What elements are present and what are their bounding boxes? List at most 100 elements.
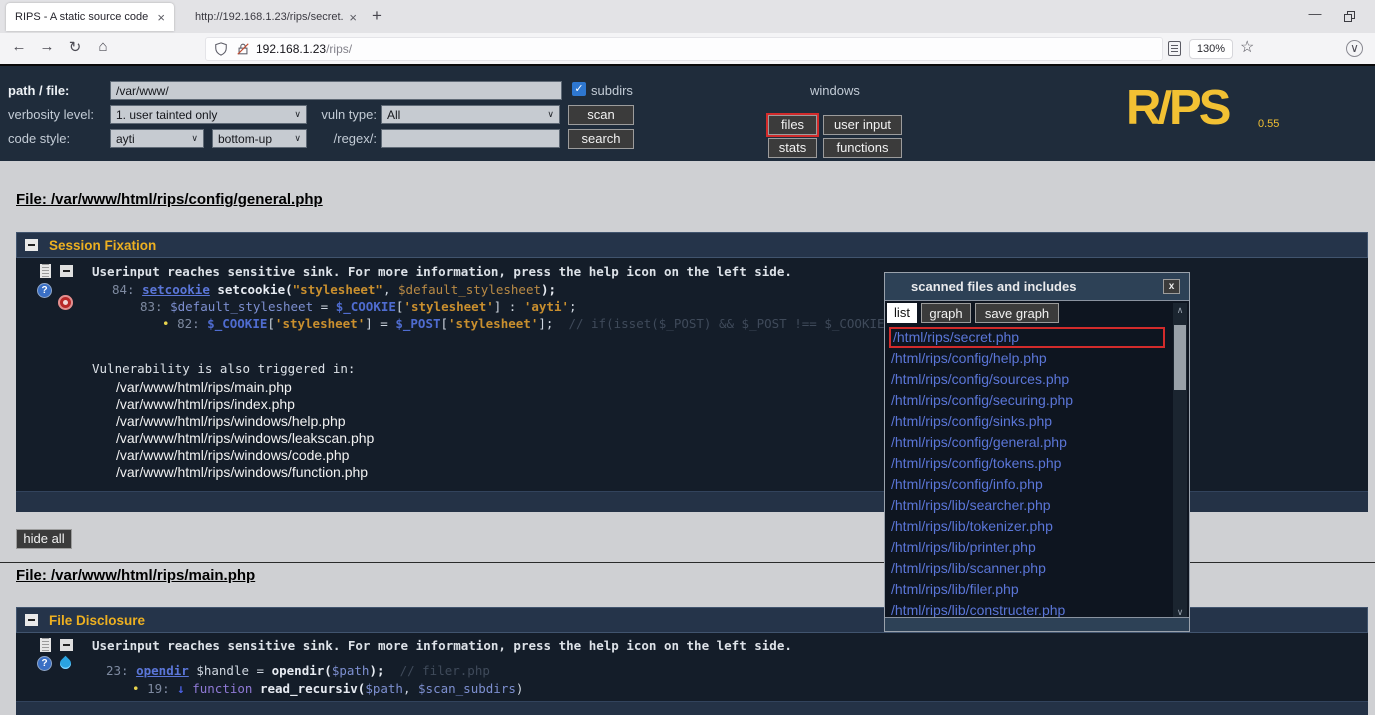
triggered-file: /var/www/html/rips/windows/code.php — [116, 447, 374, 464]
data-leak-drop-icon[interactable] — [58, 656, 74, 672]
browser-nav-bar: ← → ↻ ⌂ 192.168.1.23/rips/ 130% ☆ ∨ — [0, 33, 1375, 64]
functions-window-button[interactable]: functions — [823, 138, 902, 158]
code-line-19: • 19: ↓ function read_recursiv($path, $s… — [132, 681, 523, 696]
vuln-type-select[interactable]: All ∨ — [381, 105, 560, 124]
user-input-window-button[interactable]: user input — [823, 115, 902, 135]
chevron-down-icon: ∨ — [191, 133, 198, 144]
minimize-block-icon[interactable] — [60, 639, 73, 651]
code-token: $path — [332, 663, 370, 678]
files-window-button[interactable]: files — [768, 115, 817, 135]
reader-mode-icon[interactable] — [1168, 41, 1181, 56]
view-code-icon[interactable] — [40, 264, 51, 278]
file-heading-main-php: File: /var/www/html/rips/main.php — [16, 567, 255, 584]
scanned-file-link[interactable]: /html/rips/config/tokens.php — [889, 453, 1171, 474]
popup-tab-list[interactable]: list — [887, 303, 917, 323]
popup-footer-bar — [885, 617, 1189, 631]
popup-header[interactable]: scanned files and includes x — [885, 273, 1189, 301]
rips-version: 0.55 — [1258, 118, 1279, 130]
vuln-header: Session Fixation — [16, 232, 1368, 258]
forward-icon[interactable]: → — [36, 38, 58, 55]
scroll-up-icon[interactable]: ∧ — [1173, 303, 1187, 317]
rips-logo: RIPS — [1126, 80, 1228, 136]
file-heading-general-php: File: /var/www/html/rips/config/general.… — [16, 191, 323, 208]
code-token: $path — [365, 681, 403, 696]
direction-value: bottom-up — [218, 132, 272, 146]
stats-window-button[interactable]: stats — [768, 138, 817, 158]
scrollbar-thumb[interactable] — [1174, 325, 1186, 390]
scanned-file-link[interactable]: /html/rips/lib/printer.php — [889, 537, 1171, 558]
minimize-block-icon[interactable] — [60, 265, 73, 277]
scanned-file-link[interactable]: /html/rips/config/general.php — [889, 432, 1171, 453]
tab-rips[interactable]: RIPS - A static source code analyser × — [6, 3, 174, 31]
scan-button[interactable]: scan — [568, 105, 634, 125]
subdirs-checkbox[interactable]: ✓ — [572, 82, 586, 96]
zoom-level-indicator[interactable]: 130% — [1189, 39, 1233, 59]
vuln-title: File Disclosure — [49, 613, 145, 628]
home-icon[interactable]: ⌂ — [92, 38, 114, 55]
close-tab-icon[interactable]: × — [349, 10, 357, 25]
scanned-file-link[interactable]: /html/rips/lib/filer.php — [889, 579, 1171, 600]
reload-icon[interactable]: ↻ — [64, 38, 86, 56]
code-token: 'stylesheet' — [448, 316, 538, 331]
regex-input[interactable] — [381, 129, 560, 148]
pocket-save-icon[interactable]: ∨ — [1346, 40, 1363, 57]
restore-front-rect — [1344, 14, 1352, 22]
hide-all-button[interactable]: hide all — [16, 529, 72, 549]
scanned-file-link[interactable]: /html/rips/config/securing.php — [889, 390, 1171, 411]
code-token: ; — [569, 299, 577, 314]
code-token: $handle — [189, 663, 249, 678]
code-token: 23: — [106, 663, 136, 678]
url-bar[interactable]: 192.168.1.23/rips/ — [205, 37, 1163, 61]
scanned-file-link[interactable]: /html/rips/lib/scanner.php — [889, 558, 1171, 579]
view-code-icon[interactable] — [40, 638, 51, 652]
search-button[interactable]: search — [568, 129, 634, 149]
code-token: = — [313, 299, 336, 314]
direction-select[interactable]: bottom-up ∨ — [212, 129, 307, 148]
popup-scrollbar[interactable]: ∧ ∨ — [1173, 303, 1187, 619]
collapse-minus-icon[interactable] — [25, 239, 38, 251]
back-icon[interactable]: ← — [8, 38, 30, 55]
help-icon[interactable]: ? — [37, 283, 52, 298]
triggered-file: /var/www/html/rips/windows/function.php — [116, 464, 374, 481]
triggered-file: /var/www/html/rips/windows/help.php — [116, 413, 374, 430]
restore-window-icon[interactable] — [1344, 11, 1355, 22]
minimize-window-icon[interactable]: — — [1300, 6, 1330, 21]
insecure-lock-icon[interactable] — [236, 42, 250, 56]
tab-secret-php[interactable]: http://192.168.1.23/rips/secret.php × — [186, 3, 366, 31]
code-token: = — [373, 316, 396, 331]
help-icon[interactable]: ? — [37, 656, 52, 671]
scanned-file-link[interactable]: /html/rips/lib/tokenizer.php — [889, 516, 1171, 537]
bookmark-star-icon[interactable]: ☆ — [1240, 37, 1254, 57]
popup-tab-save-graph[interactable]: save graph — [975, 303, 1059, 323]
close-tab-icon[interactable]: × — [157, 10, 165, 25]
code-token: function — [192, 681, 260, 696]
verbosity-value: 1. user tainted only — [116, 108, 217, 122]
opendir-help-link[interactable]: opendir — [136, 663, 189, 678]
scanned-file-link[interactable]: /html/rips/config/info.php — [889, 474, 1171, 495]
code-style-select[interactable]: ayti ∨ — [110, 129, 204, 148]
triggered-file: /var/www/html/rips/index.php — [116, 396, 374, 413]
vuln-footer-bar — [16, 701, 1368, 715]
scanned-file-link[interactable]: /html/rips/lib/searcher.php — [889, 495, 1171, 516]
subdirs-label: subdirs — [591, 83, 633, 98]
scanned-file-link[interactable]: /html/rips/config/sources.php — [889, 369, 1171, 390]
path-file-input[interactable] — [110, 81, 562, 100]
code-token: 'stylesheet' — [275, 316, 365, 331]
popup-close-button[interactable]: x — [1163, 279, 1180, 294]
code-line-84: 84: setcookie setcookie("stylesheet", $d… — [112, 282, 556, 297]
tab-secret-title: http://192.168.1.23/rips/secret.php — [195, 11, 343, 23]
collapse-minus-icon[interactable] — [25, 614, 38, 626]
code-token: ] — [538, 316, 546, 331]
scanned-file-link[interactable]: /html/rips/config/sinks.php — [889, 411, 1171, 432]
shield-icon[interactable] — [214, 42, 228, 56]
scanned-file-link[interactable]: /html/rips/config/help.php — [889, 348, 1171, 369]
setcookie-help-link[interactable]: setcookie — [142, 282, 210, 297]
exploit-icon[interactable] — [58, 295, 73, 310]
code-token: $_POST — [395, 316, 440, 331]
verbosity-select[interactable]: 1. user tainted only ∨ — [110, 105, 307, 124]
popup-tab-graph[interactable]: graph — [921, 303, 971, 323]
code-token: = — [249, 663, 272, 678]
new-tab-button[interactable]: + — [372, 6, 382, 26]
scanned-file-link[interactable]: /html/rips/secret.php — [889, 327, 1165, 348]
chevron-down-icon: ∨ — [547, 109, 554, 120]
